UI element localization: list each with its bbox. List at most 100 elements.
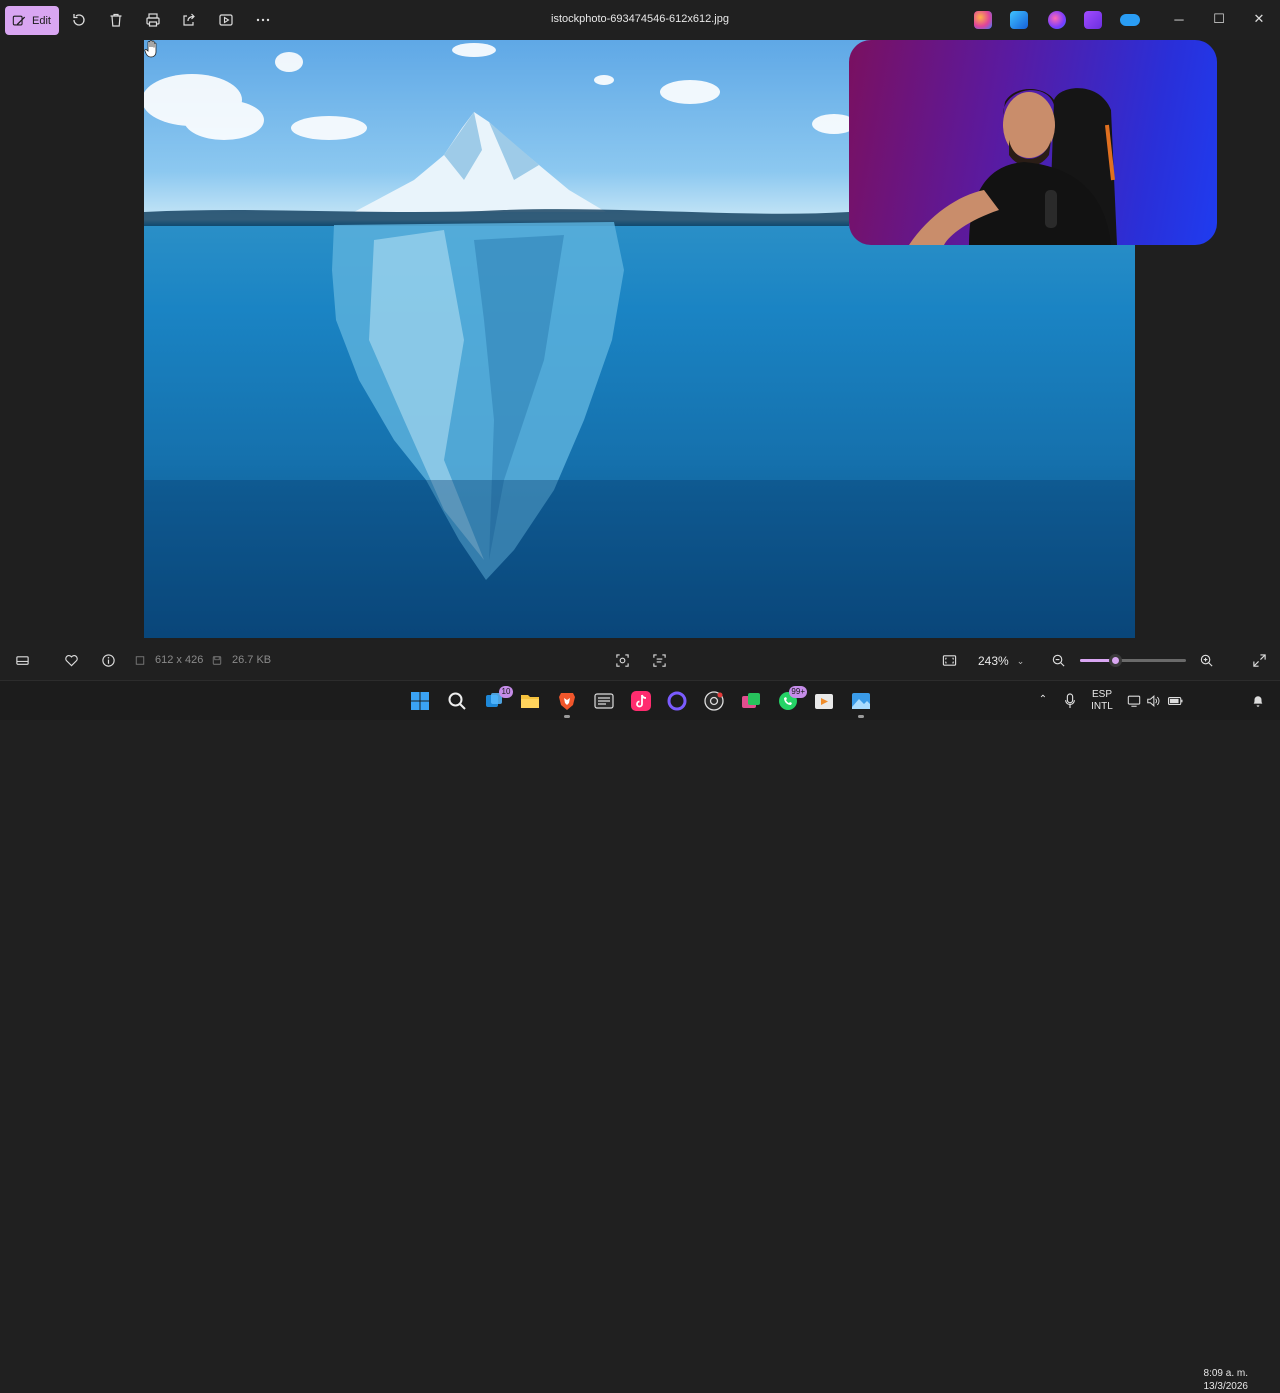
- image-canvas[interactable]: [0, 40, 1280, 640]
- search-icon: [448, 692, 466, 710]
- language-code: ESP: [1091, 689, 1112, 700]
- taskbar: 10 99+ ⌃ ESP INTL 8:09 a. m. 13/3/2026: [0, 680, 1280, 1392]
- hand-cursor-icon: [144, 40, 157, 58]
- brave-browser-button[interactable]: [556, 690, 578, 718]
- file-explorer-button[interactable]: [519, 690, 541, 712]
- player-app-button[interactable]: [813, 690, 835, 712]
- speaker-icon: [1147, 695, 1160, 707]
- microphone-button[interactable]: [1062, 691, 1078, 711]
- filmstrip-button[interactable]: [14, 652, 30, 668]
- folder-icon: [521, 695, 539, 708]
- print-button[interactable]: [143, 10, 163, 30]
- designer-icon[interactable]: [1010, 11, 1028, 29]
- fit-to-window-button[interactable]: [941, 652, 957, 668]
- circle-app-button[interactable]: [666, 690, 688, 712]
- zoom-in-button[interactable]: [1198, 652, 1214, 668]
- photos-app-icon: [852, 693, 870, 709]
- zoom-level-dropdown[interactable]: 243% ⌄: [970, 649, 1034, 673]
- store-app-icon: [742, 693, 760, 708]
- whatsapp-button[interactable]: 99+: [777, 686, 807, 712]
- zoom-slider-thumb[interactable]: [1108, 654, 1122, 667]
- keyboard-layout: INTL: [1091, 701, 1113, 712]
- tiktok-icon: [631, 691, 651, 711]
- onedrive-icon[interactable]: [1120, 14, 1140, 26]
- task-view-badge: 10: [499, 686, 513, 698]
- more-options-button[interactable]: [253, 10, 273, 30]
- input-language-indicator[interactable]: ESP INTL: [1088, 689, 1116, 713]
- clipchamp-icon[interactable]: [1084, 11, 1102, 29]
- title-toolbar: Edit istockphoto-693474546-612x612.jpg ─…: [0, 0, 1280, 40]
- delete-icon: [110, 13, 122, 27]
- filmstrip-icon: [15, 655, 29, 665]
- cortana-circle-icon: [667, 691, 687, 711]
- delete-button[interactable]: [106, 10, 126, 30]
- rotate-button[interactable]: [69, 10, 89, 30]
- zoom-in-icon: [1200, 654, 1213, 667]
- active-app-indicator: [858, 715, 864, 718]
- share-icon: [183, 13, 195, 26]
- chevron-down-icon: ⌄: [1016, 655, 1025, 666]
- favorite-button[interactable]: [63, 652, 79, 668]
- info-icon: [101, 653, 115, 667]
- edit-button[interactable]: Edit: [5, 6, 59, 35]
- file-size: 26.7 KB: [232, 654, 272, 666]
- whatsapp-badge: 99+: [789, 686, 807, 698]
- scan-text-icon: [652, 653, 666, 667]
- dimensions-icon: [134, 652, 146, 668]
- slideshow-button[interactable]: [216, 10, 236, 30]
- notification-bell-icon: [1253, 696, 1263, 707]
- slideshow-icon: [219, 14, 233, 26]
- copilot-color-icon[interactable]: [1048, 11, 1066, 29]
- maximize-button[interactable]: ☐: [1207, 9, 1231, 29]
- copilot-icon[interactable]: [974, 11, 992, 29]
- media-app-button[interactable]: [593, 690, 615, 712]
- webcam-overlay: [849, 40, 1217, 245]
- file-info-button[interactable]: [100, 652, 116, 668]
- task-view-button[interactable]: 10: [483, 686, 513, 712]
- tiktok-button[interactable]: [630, 690, 652, 712]
- scan-text-button[interactable]: [651, 652, 667, 668]
- edit-icon: [12, 15, 26, 25]
- clock-date: 13/3/2026: [1203, 1381, 1249, 1392]
- media-app-icon: [594, 693, 614, 709]
- brave-lion-icon: [559, 693, 575, 710]
- battery-icon: [1167, 696, 1182, 706]
- search-button[interactable]: [446, 690, 468, 712]
- fullscreen-button[interactable]: [1251, 652, 1267, 668]
- windows-logo-icon: [411, 692, 429, 710]
- print-icon: [146, 13, 160, 27]
- start-button[interactable]: [409, 690, 431, 712]
- chrome-icon: [704, 691, 724, 711]
- zoom-out-icon: [1052, 654, 1065, 667]
- image-dimensions: 612 x 426: [155, 654, 204, 666]
- more-icon: [256, 18, 270, 22]
- minimize-button[interactable]: ─: [1167, 9, 1191, 29]
- share-button[interactable]: [179, 10, 199, 30]
- network-button[interactable]: [1126, 693, 1142, 709]
- photos-app-button[interactable]: [850, 690, 872, 718]
- network-monitor-icon: [1127, 695, 1141, 707]
- visual-search-icon: [615, 653, 629, 667]
- active-app-indicator: [564, 715, 570, 718]
- expand-icon: [1252, 653, 1266, 667]
- zoom-slider[interactable]: [1080, 654, 1186, 667]
- tray-overflow-chevron-icon[interactable]: ⌃: [1036, 694, 1050, 706]
- clock-time: 8:09 a. m.: [1203, 1368, 1248, 1379]
- heart-icon: [64, 654, 78, 666]
- zoom-level-value: 243%: [978, 654, 1009, 668]
- player-app-icon: [815, 694, 833, 709]
- presenter-figure: [909, 88, 1117, 245]
- edit-label: Edit: [32, 14, 51, 27]
- visual-search-button[interactable]: [614, 652, 630, 668]
- close-button[interactable]: ✕: [1247, 9, 1271, 29]
- microphone-icon: [1065, 693, 1075, 708]
- system-clock[interactable]: 8:09 a. m. 13/3/2026: [1192, 1367, 1249, 1393]
- file-size-icon: [211, 652, 223, 668]
- store-app-button[interactable]: [740, 690, 762, 712]
- chrome-button[interactable]: [703, 690, 725, 712]
- volume-button[interactable]: [1145, 693, 1161, 709]
- notifications-button[interactable]: [1250, 693, 1266, 709]
- zoom-out-button[interactable]: [1050, 652, 1066, 668]
- battery-button[interactable]: [1166, 693, 1184, 709]
- fit-window-icon: [942, 654, 956, 666]
